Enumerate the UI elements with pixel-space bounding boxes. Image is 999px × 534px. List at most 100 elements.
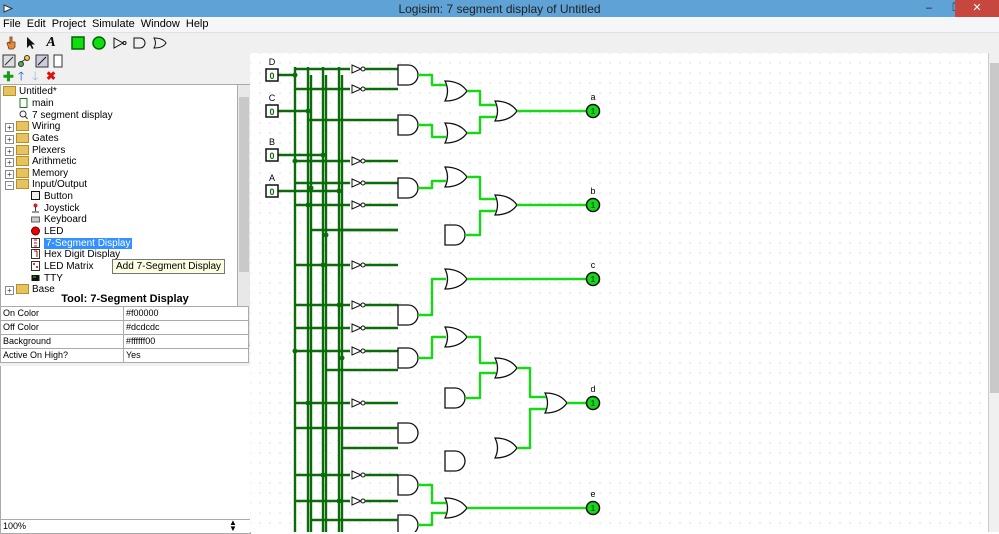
menu-help[interactable]: Help: [183, 17, 212, 32]
and-gate-tool-icon[interactable]: [132, 35, 148, 51]
delete-circuit-icon[interactable]: ✖: [46, 70, 56, 83]
poke-tool-icon[interactable]: [3, 35, 19, 51]
attr-value[interactable]: #f00000: [123, 306, 249, 321]
attr-name: On Color: [0, 306, 124, 321]
output-pin-label: b: [590, 186, 595, 196]
tree-item-main[interactable]: main: [19, 98, 54, 110]
not-gate-bubble: [360, 302, 366, 308]
not-gate: [351, 84, 363, 94]
select-tool-icon[interactable]: [23, 35, 39, 51]
wire-junction: [336, 302, 342, 308]
tree-folder-wiring[interactable]: Wiring: [16, 121, 60, 133]
circuit-icon: [19, 98, 28, 109]
input-pin-value: 0: [269, 151, 274, 161]
tree-item-led-matrix[interactable]: LED Matrix: [31, 261, 93, 273]
attr-row[interactable]: On Color #f00000: [0, 306, 249, 321]
menu-edit[interactable]: Edit: [24, 17, 49, 32]
tree-item-button[interactable]: Button: [31, 191, 73, 203]
close-button[interactable]: ✕: [955, 0, 999, 17]
tree-folder-arithmetic[interactable]: Arithmetic: [16, 156, 76, 168]
text-tool-icon[interactable]: A: [43, 35, 59, 51]
wire: [465, 209, 496, 237]
not-gate-bubble: [360, 202, 366, 208]
wire: [467, 175, 496, 201]
wire-junction: [308, 185, 314, 191]
tree-item-led[interactable]: LED: [31, 226, 63, 238]
seven-segment-icon: [31, 238, 40, 249]
input-pin-tool-icon[interactable]: [70, 35, 86, 51]
tree-folder-gates[interactable]: Gates: [16, 133, 59, 145]
wire: [418, 483, 446, 505]
wire: [418, 73, 446, 87]
move-up-icon[interactable]: 🡑: [18, 70, 24, 83]
collapse-icon[interactable]: −: [5, 181, 14, 190]
wire: [467, 89, 496, 107]
wire: [418, 179, 446, 190]
minimize-button[interactable]: –: [915, 0, 943, 17]
menu-file[interactable]: File: [0, 17, 24, 32]
wire: [418, 277, 446, 317]
wire-junction: [336, 498, 342, 504]
add-circuit-icon[interactable]: ✚: [3, 70, 14, 83]
expand-icon[interactable]: +: [5, 123, 14, 132]
canvas-scrollbar[interactable]: [988, 53, 999, 532]
expand-icon[interactable]: +: [5, 147, 14, 156]
attr-row[interactable]: Active On High? Yes: [0, 348, 249, 363]
not-gate: [351, 470, 363, 480]
zoom-spinner-icon[interactable]: ▲ ▼: [229, 519, 237, 533]
menu-bar: File Edit Project Simulate Window Help: [0, 17, 999, 33]
explorer-toolbar: [0, 53, 250, 69]
attr-value[interactable]: #dcdcdc: [123, 320, 249, 335]
attribute-panel-blank: [0, 366, 251, 520]
attr-row[interactable]: Background #ffffff00: [0, 334, 249, 349]
wire: [418, 123, 446, 139]
or-gate: [543, 392, 568, 414]
attr-value[interactable]: #ffffff00: [123, 334, 249, 349]
not-gate: [351, 178, 363, 188]
folder-icon: [16, 168, 29, 179]
and-gate: [397, 177, 419, 199]
menu-project[interactable]: Project: [49, 17, 89, 32]
attr-row[interactable]: Off Color #dcdcdc: [0, 320, 249, 335]
wire-junction: [320, 152, 326, 158]
attr-name: Off Color: [0, 320, 124, 335]
tty-icon: [31, 275, 40, 282]
main-toolbar: A: [0, 33, 999, 53]
scroll-thumb[interactable]: [239, 97, 249, 272]
or-gate: [493, 100, 518, 122]
edit-layout-icon[interactable]: [35, 54, 49, 68]
tree-item-hex-digit-display[interactable]: Hex Digit Display: [31, 249, 120, 261]
tree-project-root[interactable]: Untitled*: [3, 86, 57, 98]
tree-item-keyboard[interactable]: Keyboard: [31, 214, 87, 226]
not-gate-bubble: [360, 472, 366, 478]
or-gate: [443, 122, 468, 144]
expand-icon[interactable]: +: [5, 135, 14, 144]
wire-junction: [292, 158, 298, 164]
output-pin-value: 1: [591, 201, 596, 210]
scroll-thumb[interactable]: [990, 63, 999, 393]
circuit-diagram[interactable]: 0 D 0 C 0 B 0 A 1 a 1 b 1 c 1 d 1 e: [250, 53, 988, 532]
circuit-canvas[interactable]: 0 D 0 C 0 B 0 A 1 a 1 b 1 c 1 d 1 e: [250, 53, 988, 532]
or-gate: [443, 80, 468, 102]
wire: [467, 335, 496, 365]
wire: [465, 371, 496, 400]
and-gate: [397, 347, 419, 369]
attribute-table: On Color #f00000 Off Color #dcdcdc Backgro…: [0, 306, 249, 363]
menu-window[interactable]: Window: [138, 17, 183, 32]
edit-appearance-icon[interactable]: [51, 54, 65, 68]
or-gate-tool-icon[interactable]: [152, 35, 168, 51]
expand-icon[interactable]: +: [5, 158, 14, 167]
expand-icon[interactable]: +: [5, 170, 14, 179]
not-gate-tool-icon[interactable]: [112, 35, 128, 51]
button-icon: [31, 191, 40, 201]
output-pin-tool-icon[interactable]: [91, 35, 107, 51]
menu-simulate[interactable]: Simulate: [89, 17, 138, 32]
tree-folder-input-output[interactable]: Input/Output: [16, 179, 87, 191]
move-down-icon[interactable]: 🡓: [32, 70, 38, 83]
led-matrix-icon: [31, 261, 40, 272]
toolbox-view-icon[interactable]: [2, 54, 16, 68]
simulation-tree-icon[interactable]: [17, 54, 31, 68]
folder-icon: [16, 145, 29, 156]
keyboard-icon: [31, 216, 40, 223]
attr-value[interactable]: Yes: [123, 348, 249, 363]
